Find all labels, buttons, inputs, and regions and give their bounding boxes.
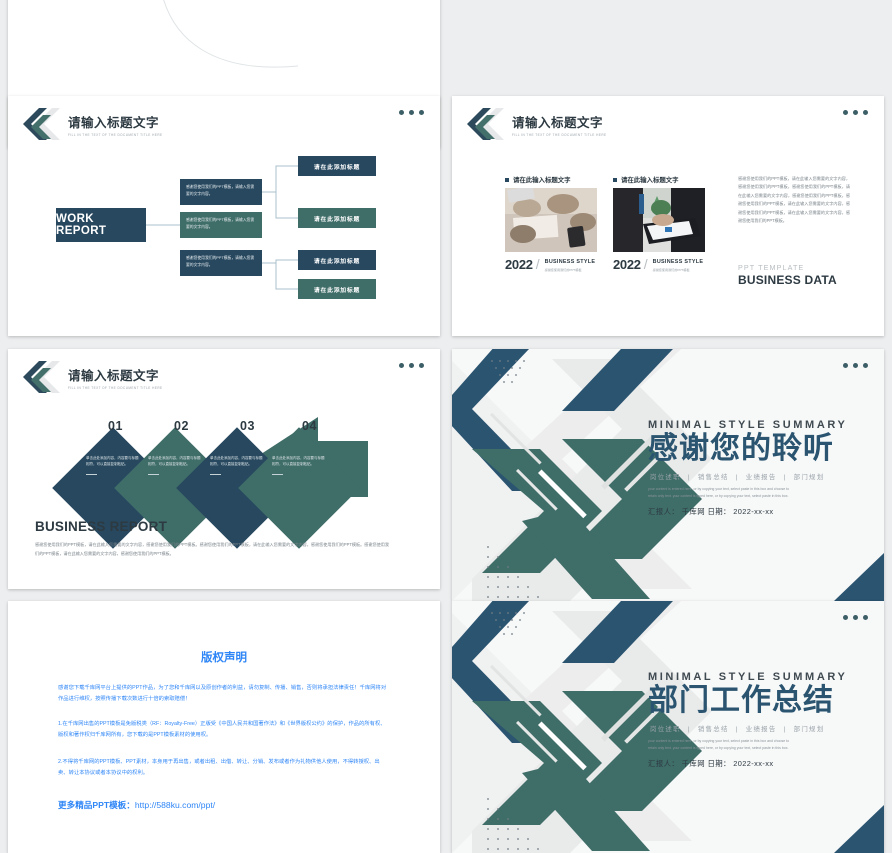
step-number-4: 04	[302, 419, 317, 433]
leaf-box-3[interactable]: 请在此添加标题	[298, 250, 376, 270]
slide5-text-block: MINIMAL STYLE SUMMARY 感谢您的聆听 岗位述职 | 销售总结…	[648, 419, 872, 517]
year-card-1: 2022 / BUSINESS STYLE 感谢您使用我们的PPT模板	[505, 256, 595, 272]
slide-3-business-data[interactable]: 请输入标题文字 FILL IN THE TEXT OF THE DOCUMENT…	[452, 96, 884, 336]
slide3-subtitle: FILL IN THE TEXT OF THE DOCUMENT TITLE H…	[512, 132, 607, 137]
style-sub-1: 感谢您使用我们的PPT模板	[544, 268, 582, 272]
slide6-eyebrow: MINIMAL STYLE SUMMARY	[648, 671, 848, 683]
copyright-para-3: 2.不得将千库网的PPT模板、PPT素材，本身用于再出售，或者出租、出借、转让、…	[58, 759, 380, 776]
diamond-text-4: 单击此处添加内容，内容要与标题相符，可以直接复制粘贴。	[272, 455, 326, 475]
leaf-box-4[interactable]: 请在此添加标题	[298, 279, 376, 299]
style-sub-2: 感谢您使用我们的PPT模板	[652, 268, 690, 272]
slide6-tags: 岗位述职 | 销售总结 | 业绩报告 | 部门规划	[650, 725, 825, 733]
tag-2: 销售总结	[697, 725, 729, 733]
mid-box-2[interactable]: 感谢您使用我们的PPT模板，请输入您需要的文字内容。	[180, 212, 262, 238]
divider-dash	[272, 473, 283, 475]
tag-1: 岗位述职	[650, 473, 681, 481]
slide5-en-text: your content is entered here, or by copy…	[648, 486, 860, 501]
mid-box-1[interactable]: 感谢您使用我们的PPT模板，请输入您需要的文字内容。	[180, 179, 262, 205]
copyright-link-label: 更多精品PPT模板：	[58, 800, 135, 810]
year-value-2: 2022	[613, 257, 641, 272]
slide6-footer: 汇报人： 千库网 日期： 2022-xx-xx	[648, 759, 774, 769]
style-label-1: BUSINESS STYLE	[544, 259, 596, 265]
slide6-en-text: your content is entered here, or by copy…	[648, 738, 860, 753]
copyright-para-2: 1.在千库网出售的PPT模板是免版税类（RF：Royalty-Free）正版受《…	[58, 721, 386, 738]
style-label-2: BUSINESS STYLE	[652, 259, 704, 265]
slide5-tags: 岗位述职 | 销售总结 | 业绩报告 | 部门规划	[650, 473, 825, 481]
slide3-header: 请输入标题文字 FILL IN THE TEXT OF THE DOCUMENT…	[466, 105, 607, 143]
slide5-dots-decor	[843, 363, 868, 368]
tag-4: 部门规划	[793, 473, 825, 481]
slide4-paragraph: 感谢您使用我们的PPT模板，请在此输入您需要的文字内容，感谢您使用我们的PPT模…	[35, 542, 389, 556]
divider-dash	[210, 473, 221, 475]
leaf-box-2[interactable]: 请在此添加标题	[298, 208, 376, 228]
slide4-headline: BUSINESS REPORT	[35, 519, 168, 534]
leaf-box-1[interactable]: 请在此添加标题	[298, 156, 376, 176]
mid-box-3[interactable]: 感谢您使用我们的PPT模板，请输入您需要的文字内容。	[180, 250, 262, 276]
diamond-text-1: 单击此处添加内容，内容要与标题相符，可以直接复制粘贴。	[86, 455, 140, 475]
step-number-3: 03	[240, 419, 255, 433]
slide5-en-line1: your content is entered here, or by copy…	[648, 486, 790, 491]
slide-4-business-report[interactable]: 请输入标题文字 FILL IN THE TEXT OF THE DOCUMENT…	[8, 349, 440, 589]
slide5-headline: 感谢您的聆听	[648, 432, 834, 465]
work-report-label[interactable]: WORK REPORT	[56, 208, 146, 242]
bullet-square-icon	[505, 177, 509, 182]
year-card-2: 2022 / BUSINESS STYLE 感谢您使用我们的PPT模板	[613, 256, 703, 272]
photo-1	[505, 188, 597, 252]
slide-7-copyright[interactable]: 版权声明 感谢您下载千库网平台上提供的PPT作品，为了您和千库网以及原创作者的利…	[8, 601, 440, 853]
slide-2-work-report[interactable]: 请输入标题文字 FILL IN THE TEXT OF THE DOCUMENT…	[8, 96, 440, 336]
slide5-eyebrow: MINIMAL STYLE SUMMARY	[648, 419, 848, 431]
slash-divider-icon: /	[643, 256, 648, 272]
diamond-text-3: 单击此处添加内容，内容要与标题相符，可以直接复制粘贴。	[210, 455, 264, 475]
photo-heading-1: 请在此输入标题文字	[505, 175, 571, 184]
slide6-text-block: MINIMAL STYLE SUMMARY 部门工作总结 岗位述职 | 销售总结…	[648, 671, 872, 769]
slide6-dots-decor	[843, 615, 868, 620]
slide5-en-line2: retain only text. your content is typed …	[648, 493, 789, 498]
slide6-en-line2: retain only text. your content is typed …	[648, 745, 789, 750]
diamond-text-2: 单击此处添加内容，内容要与标题相符，可以直接复制粘贴。	[148, 455, 202, 475]
slide6-en-line1: your content is entered here, or by copy…	[648, 738, 790, 743]
slide3-paragraph: 感谢您使用我们的PPT模板，请在此输入您需要的文字内容，感谢您使用我们的PPT模…	[738, 176, 850, 223]
slide3-headline: BUSINESS DATA	[738, 273, 837, 287]
copyright-para-1: 感谢您下载千库网平台上提供的PPT作品，为了您和千库网以及原创作者的利益，请勿复…	[58, 685, 387, 702]
slide5-footer: 汇报人： 千库网 日期： 2022-xx-xx	[648, 507, 774, 517]
tag-2: 销售总结	[697, 473, 729, 481]
tag-1: 岗位述职	[650, 725, 681, 733]
step-number-1: 01	[108, 419, 123, 433]
step-number-2: 02	[174, 419, 189, 433]
slide-5-thanks[interactable]: MINIMAL STYLE SUMMARY 感谢您的聆听 岗位述职 | 销售总结…	[452, 349, 884, 601]
tag-3: 业绩报告	[745, 725, 777, 733]
slide3-dots-decor	[843, 110, 868, 115]
photo-heading-2: 请在此输入标题文字	[613, 175, 679, 184]
copyright-title: 版权声明	[201, 652, 247, 664]
copyright-link[interactable]: 更多精品PPT模板：http://588ku.com/ppt/	[58, 799, 215, 811]
slash-divider-icon: /	[535, 256, 540, 272]
ppt-thumbnail-sheet: 此处添加详细文本描述，建议与标题相关并符合整体语言风格 此处添加详细文本描述，建…	[0, 0, 892, 853]
tag-4: 部门规划	[793, 725, 825, 733]
photo-2	[613, 188, 705, 252]
slide6-headline: 部门工作总结	[648, 684, 834, 717]
tag-3: 业绩报告	[745, 473, 777, 481]
brand-logo-icon	[466, 105, 508, 143]
divider-dash	[148, 473, 159, 475]
slide3-title: 请输入标题文字	[512, 115, 604, 130]
slide-6-dept-summary[interactable]: MINIMAL STYLE SUMMARY 部门工作总结 岗位述职 | 销售总结…	[452, 601, 884, 853]
divider-dash	[86, 473, 97, 475]
slide3-eyebrow: PPT TEMPLATE	[738, 263, 805, 272]
bullet-square-icon	[613, 177, 617, 182]
copyright-link-url[interactable]: http://588ku.com/ppt/	[135, 800, 215, 810]
year-value-1: 2022	[505, 257, 533, 272]
